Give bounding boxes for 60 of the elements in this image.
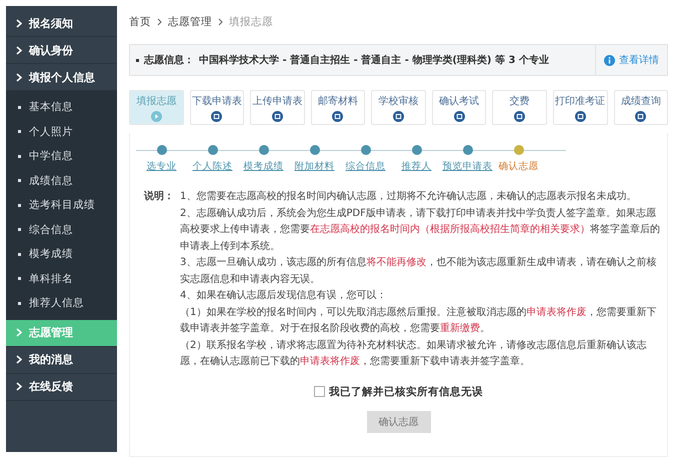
step-link[interactable]: 选专业 — [146, 160, 176, 173]
submenu-item[interactable]: 成绩信息 — [6, 168, 117, 193]
submenu-item[interactable]: 基本信息 — [6, 95, 117, 120]
chevron-icon — [16, 382, 23, 391]
note-paragraph: 1、您需要在志愿高校的报名时间内确认志愿，过期将不允许确认志愿，未确认的志愿表示报名未成功。 — [180, 190, 638, 204]
note-paragraph: 4、如果在确认志愿后发现信息有误，您可以： — [180, 288, 388, 303]
submenu-item[interactable]: 中学信息 — [6, 144, 117, 168]
chevron-icon — [16, 328, 23, 337]
step-link[interactable]: 预览申请表 — [442, 160, 492, 173]
sidebar-item[interactable]: 在线反馈 — [6, 374, 117, 400]
step-tab[interactable]: 学校审核 — [371, 90, 426, 125]
play-icon — [150, 110, 162, 122]
note-paragraph: 3、志愿一旦确认成功，该志愿的所有信息将不能再修改，也不能为该志愿重新生成申请表，请在确认之前核实志愿信息和申请表内容无误。 — [180, 256, 658, 286]
step-tab[interactable]: 下载申请表 — [190, 90, 244, 125]
breadcrumb-link[interactable]: 填报志愿 — [229, 15, 273, 29]
chevron-icon — [16, 355, 23, 364]
chevron-icon — [157, 18, 162, 26]
info-icon — [604, 54, 615, 66]
step-link[interactable]: 确认志愿 — [498, 160, 538, 173]
step-tab[interactable]: 打印准考证 — [552, 90, 608, 125]
status-icon — [514, 110, 526, 122]
status-icon — [454, 110, 465, 122]
note-paragraph: （2）联系报名学校，请求将志愿置为待补充材料状态。如果请求被允许，请修改志愿信息后重新确认该志愿，在确认志愿前已下载的申请表将作废，您需要重新下载申请表并签字盖章。 — [180, 338, 648, 369]
notes-label: 说明： — [144, 190, 175, 204]
status-icon — [635, 110, 646, 122]
step-link[interactable]: 模考成绩 — [244, 160, 284, 173]
chevron-icon — [16, 18, 23, 28]
step-link[interactable]: 个人陈述 — [192, 160, 232, 173]
status-icon — [574, 110, 586, 122]
chevron-icon — [16, 46, 23, 54]
status-icon — [211, 110, 222, 122]
step-tab[interactable]: 确认考试 — [432, 90, 486, 125]
submenu-item[interactable]: 单科排名 — [6, 266, 117, 291]
submenu-item[interactable]: 综合信息 — [6, 218, 117, 242]
breadcrumb-link[interactable]: 首页 — [129, 15, 151, 29]
step-tab[interactable]: 上传申请表 — [250, 90, 305, 125]
status-icon — [332, 110, 344, 122]
info-label: 志愿信息： — [144, 54, 194, 67]
submenu-item[interactable]: 个人照片 — [6, 120, 117, 144]
submenu-item[interactable]: 选考科目成绩 — [6, 193, 117, 218]
status-icon — [393, 110, 404, 122]
note-paragraph: 2、志愿确认成功后，系统会为您生成PDF版申请表，请下载打印申请表并找中学负责人签字盖章。如果志愿高校要求上传申请表，您需要在志愿高校的报名时间内（根据所报高校招生简章的相关要求）将签字盖章后的申请表上传到本系统。 — [180, 206, 661, 254]
breadcrumb-link[interactable]: 志愿管理 — [168, 15, 212, 29]
bullet-icon — [136, 58, 139, 62]
submenu-item[interactable]: 推荐人信息 — [6, 291, 117, 316]
step-tab[interactable]: 交费 — [492, 90, 547, 125]
step-tab[interactable]: 成绩查询 — [614, 90, 668, 125]
step-tab[interactable]: 邮寄材料 — [310, 90, 366, 125]
chevron-icon — [218, 18, 223, 26]
agreement-checkbox[interactable]: 我已了解并已核实所有信息无误 — [314, 384, 483, 398]
info-text: 中国科学技术大学 - 普通自主招生 - 普通自主 - 物理学类(理科类) 等 3 个专业 — [199, 53, 549, 67]
details-link[interactable]: 查看详情 — [595, 45, 667, 75]
submenu-item[interactable]: 模考成绩 — [6, 242, 117, 266]
note-paragraph: （1）如果在学校的报名时间内，可以先取消志愿然后重报。注意被取消志愿的申请表将作废，您需要重新下载申请表并签字盖章。对于在报名阶段收费的高校，您需要重新缴费。 — [180, 306, 658, 336]
step-link[interactable]: 推荐人 — [402, 160, 432, 173]
chevron-icon — [16, 72, 23, 82]
step-link[interactable]: 综合信息 — [346, 160, 386, 173]
status-icon — [272, 110, 283, 122]
step-link[interactable]: 附加材料 — [294, 160, 334, 173]
sidebar-item[interactable]: 我的消息 — [6, 346, 117, 374]
